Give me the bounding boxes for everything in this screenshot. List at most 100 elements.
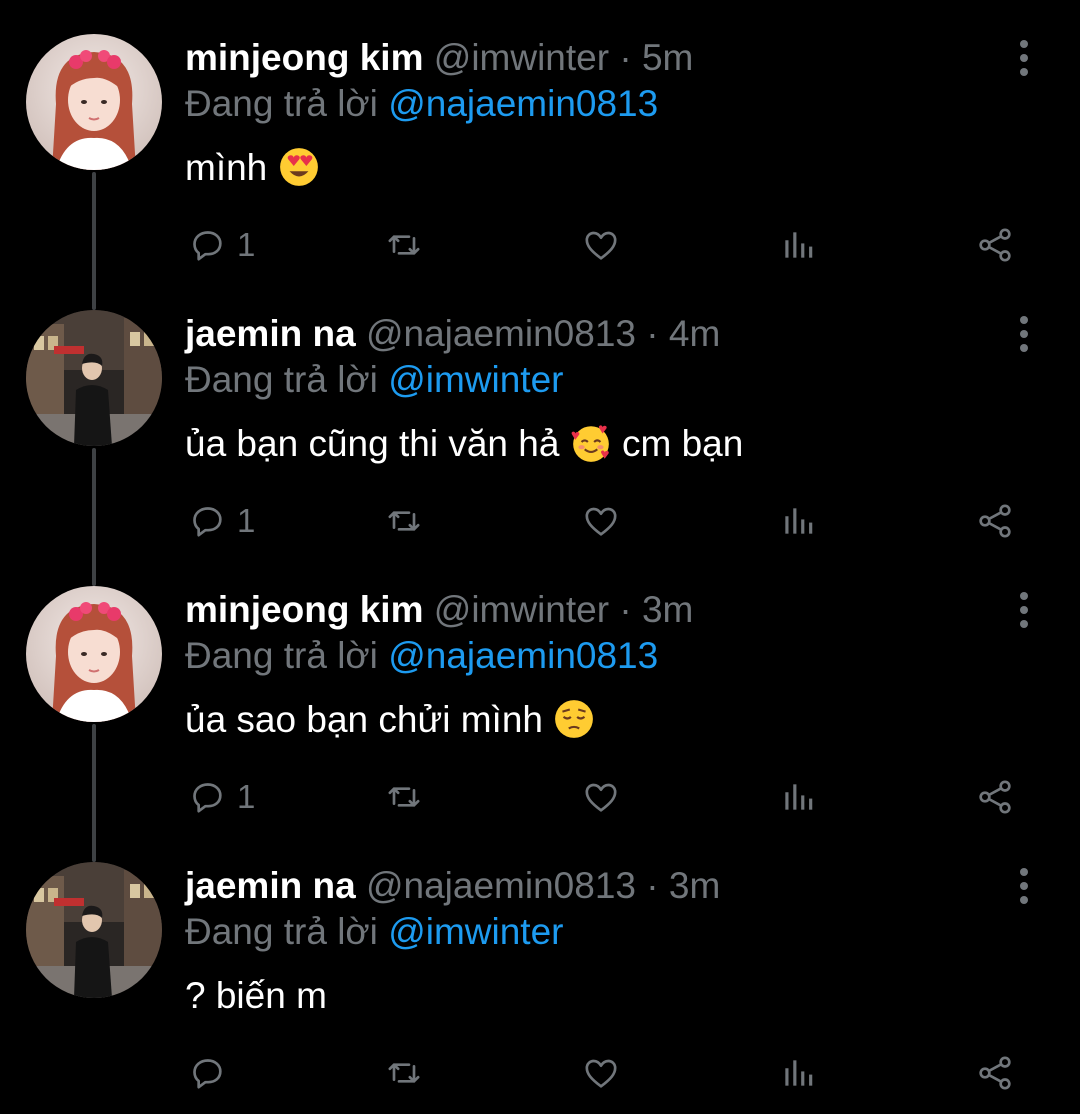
user-handle[interactable]: @imwinter	[434, 589, 609, 630]
timestamp[interactable]: 3m	[642, 589, 693, 630]
replying-to-label: Đang trả lời	[185, 911, 378, 952]
reply-icon	[193, 783, 222, 813]
like-icon	[585, 783, 617, 812]
more-icon[interactable]	[1014, 592, 1034, 628]
share-icon	[979, 780, 1011, 814]
reply-icon	[193, 1059, 222, 1089]
share-button[interactable]	[975, 774, 1015, 820]
like-icon	[585, 231, 617, 260]
timestamp[interactable]: 3m	[669, 865, 720, 906]
tweet-text-content: ủa sao bạn chửi mình	[185, 699, 543, 740]
tweet-actions	[185, 1050, 1025, 1096]
reply-icon	[193, 231, 222, 261]
avatar-jaemin[interactable]	[26, 310, 162, 446]
reply-button[interactable]: 1	[187, 222, 255, 268]
tweet-text-content: ủa bạn cũng thi văn hả	[185, 423, 560, 464]
share-icon	[979, 1056, 1011, 1090]
tweet-actions: 1	[185, 222, 1025, 268]
separator-dot: ·	[646, 313, 659, 354]
replying-to-label: Đang trả lời	[185, 635, 378, 676]
tweet-header: minjeong kim @imwinter · 5m	[185, 36, 693, 80]
user-handle[interactable]: @imwinter	[434, 37, 609, 78]
replying-to: Đang trả lời @imwinter	[185, 358, 564, 402]
more-icon[interactable]	[1014, 316, 1034, 352]
replying-to-handle[interactable]: @najaemin0813	[388, 635, 658, 676]
retweet-button[interactable]	[383, 774, 425, 820]
tweet-header: jaemin na @najaemin0813 · 3m	[185, 864, 720, 908]
tweet-text: ? biến m	[185, 972, 327, 1020]
share-button[interactable]	[975, 222, 1015, 268]
replying-to: Đang trả lời @najaemin0813	[185, 82, 658, 126]
views-button[interactable]	[779, 1050, 817, 1096]
retweet-icon	[388, 511, 420, 531]
share-icon	[979, 504, 1011, 538]
retweet-button[interactable]	[383, 1050, 425, 1096]
tweet-actions: 1	[185, 498, 1025, 544]
replying-to: Đang trả lời @najaemin0813	[185, 634, 658, 678]
replying-to-handle[interactable]: @imwinter	[388, 359, 563, 400]
avatar-jaemin[interactable]	[26, 862, 162, 998]
like-button[interactable]	[581, 498, 621, 544]
like-button[interactable]	[581, 774, 621, 820]
replying-to-handle[interactable]: @imwinter	[388, 911, 563, 952]
tweet-text: mình	[185, 144, 320, 192]
share-icon	[979, 228, 1011, 262]
display-name[interactable]: minjeong kim	[185, 37, 423, 78]
share-button[interactable]	[975, 1050, 1015, 1096]
timestamp[interactable]: 4m	[669, 313, 720, 354]
tweet[interactable]: minjeong kim @imwinter · 3m Đang trả lời…	[0, 552, 1080, 828]
like-icon	[585, 507, 617, 536]
tweet[interactable]: minjeong kim @imwinter · 5m Đang trả lời…	[0, 0, 1080, 276]
views-button[interactable]	[779, 774, 817, 820]
replying-to-handle[interactable]: @najaemin0813	[388, 83, 658, 124]
reply-button[interactable]: 1	[187, 774, 255, 820]
heart-eyes-emoji	[279, 148, 318, 186]
like-button[interactable]	[581, 222, 621, 268]
tweet-text-content-after: cm bạn	[621, 423, 744, 464]
views-icon	[785, 784, 813, 810]
avatar-minjeong[interactable]	[26, 586, 162, 722]
reply-button[interactable]: 1	[187, 498, 255, 544]
tweet-header: minjeong kim @imwinter · 3m	[185, 588, 693, 632]
like-button[interactable]	[581, 1050, 621, 1096]
user-handle[interactable]: @najaemin0813	[366, 865, 636, 906]
display-name[interactable]: jaemin na	[185, 865, 356, 906]
tweet[interactable]: jaemin na @najaemin0813 · 4m Đang trả lờ…	[0, 276, 1080, 552]
views-icon	[785, 1060, 813, 1086]
pensive-emoji	[555, 700, 594, 738]
separator-dot: ·	[619, 37, 632, 78]
reply-icon	[193, 507, 222, 537]
views-button[interactable]	[779, 498, 817, 544]
retweet-button[interactable]	[383, 498, 425, 544]
tweet-text: ủa sao bạn chửi mình	[185, 696, 595, 744]
timestamp[interactable]: 5m	[642, 37, 693, 78]
replying-to: Đang trả lời @imwinter	[185, 910, 564, 954]
replying-to-label: Đang trả lời	[185, 83, 378, 124]
avatar-minjeong[interactable]	[26, 34, 162, 170]
display-name[interactable]: minjeong kim	[185, 589, 423, 630]
retweet-icon	[388, 787, 420, 807]
tweet-thread: minjeong kim @imwinter · 5m Đang trả lời…	[0, 0, 1080, 1114]
share-button[interactable]	[975, 498, 1015, 544]
tweet-text-content: ? biến m	[185, 975, 327, 1016]
reply-count: 1	[237, 778, 256, 815]
user-handle[interactable]: @najaemin0813	[366, 313, 636, 354]
tweet-text: ủa bạn cũng thi văn hả cm bạn	[185, 420, 743, 468]
reply-button[interactable]	[187, 1050, 237, 1096]
views-icon	[785, 508, 813, 534]
separator-dot: ·	[646, 865, 659, 906]
separator-dot: ·	[619, 589, 632, 630]
retweet-icon	[388, 235, 420, 255]
like-icon	[585, 1059, 617, 1088]
retweet-icon	[388, 1063, 420, 1083]
replying-to-label: Đang trả lời	[185, 359, 378, 400]
retweet-button[interactable]	[383, 222, 425, 268]
tweet-actions: 1	[185, 774, 1025, 820]
tweet[interactable]: jaemin na @najaemin0813 · 3m Đang trả lờ…	[0, 828, 1080, 1104]
views-icon	[785, 232, 813, 258]
more-icon[interactable]	[1014, 40, 1034, 76]
more-icon[interactable]	[1014, 868, 1034, 904]
tweet-header: jaemin na @najaemin0813 · 4m	[185, 312, 720, 356]
display-name[interactable]: jaemin na	[185, 313, 356, 354]
views-button[interactable]	[779, 222, 817, 268]
